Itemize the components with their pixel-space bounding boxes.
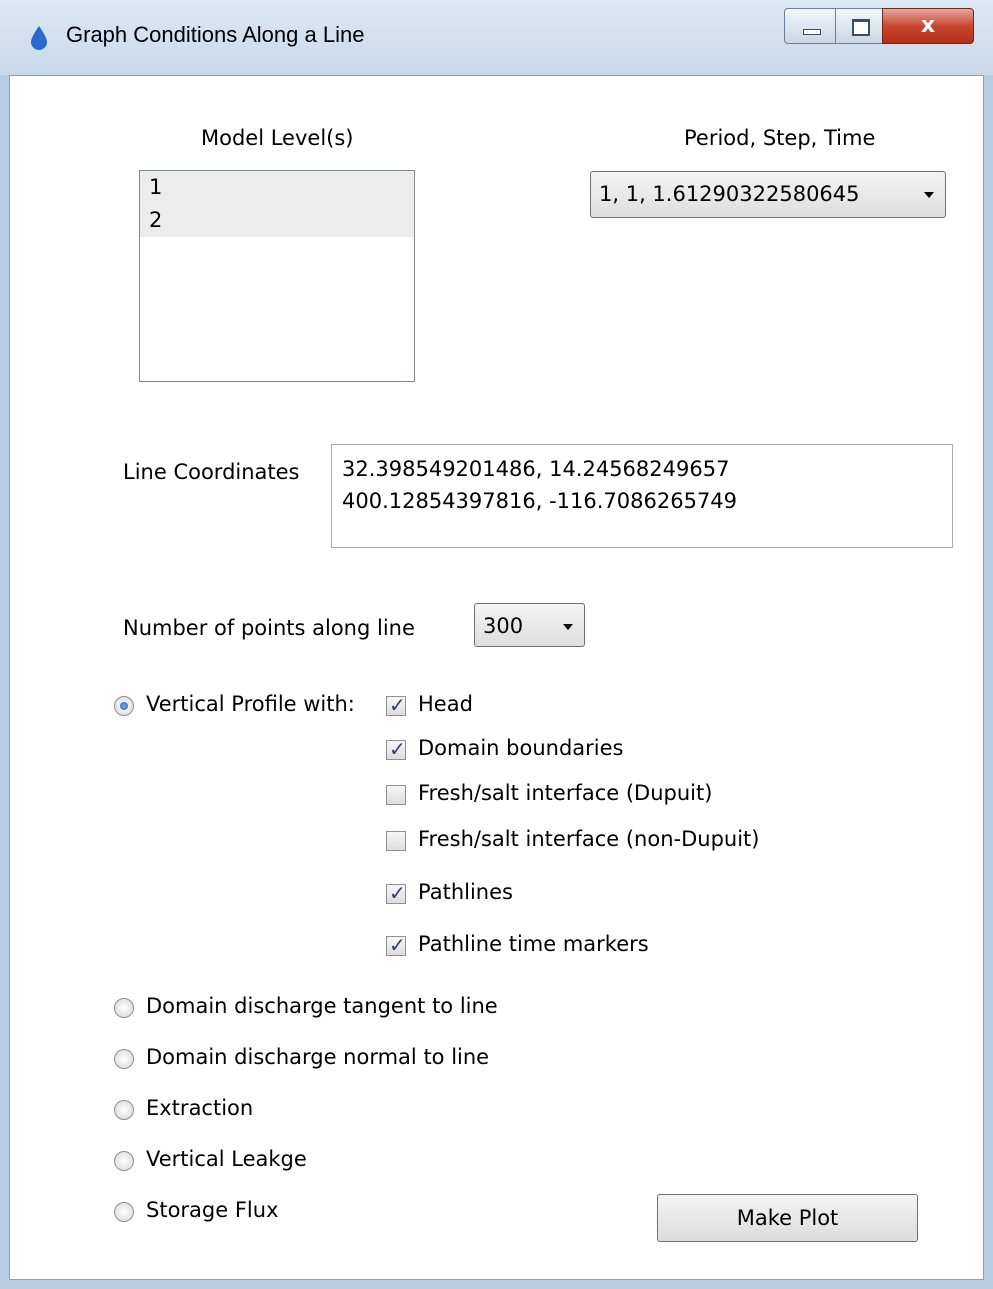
pathlines-checkbox[interactable]: ✓ [386,881,406,905]
fresh-salt-non-dupuit-checkbox[interactable] [386,831,406,851]
vertical-profile-radio[interactable] [114,696,134,716]
discharge-tangent-label: Domain discharge tangent to line [146,994,498,1018]
domain-boundaries-checkbox[interactable]: ✓ [386,737,406,761]
period-step-time-label: Period, Step, Time [684,126,876,150]
model-levels-label: Model Level(s) [201,126,354,150]
chevron-down-icon [924,192,934,198]
extraction-radio[interactable] [114,1100,134,1120]
storage-flux-label: Storage Flux [146,1198,279,1222]
water-drop-icon [31,26,47,50]
list-item[interactable]: 2 [140,204,414,237]
num-points-dropdown[interactable]: 300 [474,603,585,647]
storage-flux-radio[interactable] [114,1202,134,1222]
minimize-icon [803,29,821,35]
coordinate-line: 400.12854397816, -116.7086265749 [342,489,738,513]
check-mark-icon: ✓ [389,881,406,905]
period-step-time-dropdown[interactable]: 1, 1, 1.61290322580645 [590,171,946,218]
num-points-value: 300 [483,614,524,638]
model-levels-listbox[interactable]: 1 2 [139,170,415,382]
chevron-down-icon [563,624,573,630]
check-mark-icon: ✓ [389,933,406,957]
head-label: Head [418,692,473,716]
fresh-salt-dupuit-checkbox[interactable] [386,785,406,805]
fresh-salt-non-dupuit-label: Fresh/salt interface (non-Dupuit) [418,827,760,851]
dialog-client-area: Model Level(s) 1 2 Period, Step, Time 1,… [9,75,984,1280]
radio-selected-dot [120,702,128,710]
make-plot-button[interactable]: Make Plot [657,1194,918,1242]
discharge-normal-radio[interactable] [114,1049,134,1069]
num-points-label: Number of points along line [123,616,415,640]
fresh-salt-dupuit-label: Fresh/salt interface (Dupuit) [418,781,713,805]
window-controls: x [784,8,980,44]
vertical-profile-label: Vertical Profile with: [146,692,355,716]
close-button[interactable]: x [882,8,974,44]
pathline-time-markers-label: Pathline time markers [418,932,649,956]
check-mark-icon: ✓ [389,693,406,717]
domain-boundaries-label: Domain boundaries [418,736,624,760]
discharge-tangent-radio[interactable] [114,998,134,1018]
line-coordinates-label: Line Coordinates [123,460,300,484]
extraction-label: Extraction [146,1096,254,1120]
vertical-leakage-radio[interactable] [114,1151,134,1171]
pathline-time-markers-checkbox[interactable]: ✓ [386,933,406,957]
head-checkbox[interactable]: ✓ [386,693,406,717]
vertical-leakage-label: Vertical Leakge [146,1147,307,1171]
pathlines-label: Pathlines [418,880,513,904]
discharge-normal-label: Domain discharge normal to line [146,1045,490,1069]
check-mark-icon: ✓ [389,737,406,761]
coordinate-line: 32.398549201486, 14.24568249657 [342,457,730,481]
dialog-window: Graph Conditions Along a Line x Model Le… [0,0,993,1289]
list-item[interactable]: 1 [140,171,414,204]
close-icon: x [920,13,936,38]
minimize-button[interactable] [784,8,836,44]
period-step-time-value: 1, 1, 1.61290322580645 [599,182,860,206]
line-coordinates-textbox[interactable]: 32.398549201486, 14.24568249657 400.1285… [331,444,953,548]
title-bar[interactable]: Graph Conditions Along a Line x [0,0,993,75]
window-title: Graph Conditions Along a Line [66,22,365,47]
maximize-icon [852,19,870,36]
maximize-button[interactable] [835,8,883,44]
